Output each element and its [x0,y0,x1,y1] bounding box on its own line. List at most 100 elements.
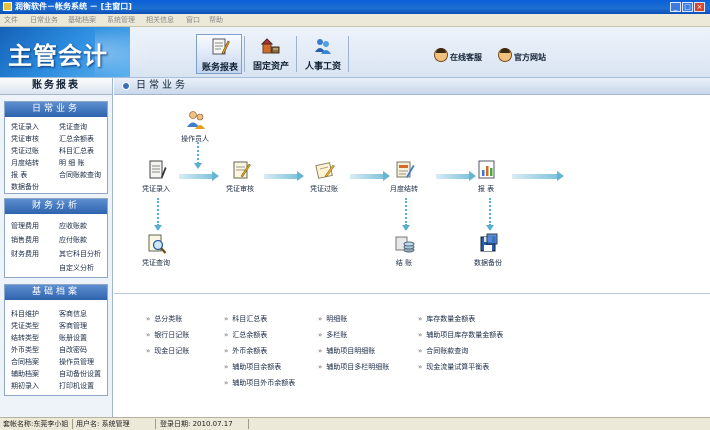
backup-floppy-icon [480,233,498,252]
tool-fixed-assets[interactable]: 固定资产 [248,34,294,74]
sidebar-item[interactable]: 凭证录入 [11,123,39,132]
menu-bar: 文件 日常业务 基础档案 系统管理 相关信息 窗口 帮助 [0,14,710,27]
sidebar-item[interactable]: 合同档案 [11,358,39,367]
voucher-entry-icon [149,160,167,179]
flow-node-label: 操作员人 [181,135,209,143]
sidebar-item[interactable]: 月度结转 [11,159,39,168]
report-links: 总分类账 银行日记账 现金日记账 科目汇总表 汇总余额表 外币余额表 辅助项目余… [114,294,710,417]
sidebar-item[interactable]: 凭证类型 [11,322,39,331]
report-link[interactable]: 辅助项目多栏明细账 [318,362,389,372]
tool-ledger-report[interactable]: 账务报表 [196,34,242,74]
tool-label: 账务报表 [201,63,238,73]
menu-window[interactable]: 窗口 [186,14,200,26]
sidebar-item[interactable]: 应收账款 [59,222,87,231]
report-link[interactable]: 合同账款查询 [418,346,468,356]
flow-node-label: 凭证审核 [226,185,254,193]
sidebar-item[interactable]: 自定义分析 [59,264,94,273]
voucher-posting-icon [315,162,335,179]
menu-help[interactable]: 帮助 [209,14,223,26]
close-button[interactable]: × [694,2,705,12]
sidebar-item[interactable]: 应付账款 [59,236,87,245]
sidebar-item[interactable]: 自动备份设置 [59,370,101,379]
sidebar-item[interactable]: 其它科目分析 [59,250,101,259]
maximize-button[interactable]: □ [682,2,693,12]
report-link[interactable]: 现金流量试算平衡表 [418,362,489,372]
voucher-audit-icon [233,161,251,179]
sidebar-item[interactable]: 客商信息 [59,310,87,319]
link-official-site[interactable]: 官方网站 [514,52,546,63]
report-link[interactable]: 多栏账 [318,330,347,340]
sidebar-item[interactable]: 管理费用 [11,222,39,231]
flow-node-label: 凭证查询 [142,259,170,267]
status-separator [155,419,156,429]
sidebar-item[interactable]: 凭证过账 [11,147,39,156]
sidebar-section-daily: 日常业务 凭证录入 凭证查询 凭证审核 汇总余额表 凭证过账 科目汇总表 月度结… [4,101,108,194]
tool-label: 固定资产 [252,62,289,72]
sidebar-item[interactable]: 合同账款查询 [59,171,101,180]
report-link[interactable]: 科目汇总表 [224,314,267,324]
flow-node-label: 凭证录入 [142,185,170,193]
report-link[interactable]: 明细账 [318,314,347,324]
report-link[interactable]: 辅助项目库存数量金额表 [418,330,503,340]
sidebar-item[interactable]: 明 细 账 [59,159,84,168]
sidebar-item[interactable]: 期初录入 [11,382,39,391]
report-link[interactable]: 银行日记账 [146,330,189,340]
tool-payroll[interactable]: 人事工资 [300,34,346,74]
status-user: 用户名: 系统管理 [76,420,130,428]
sidebar-item[interactable]: 凭证审核 [11,135,39,144]
sidebar-item[interactable]: 汇总余额表 [59,135,94,144]
flow-node-label: 数据备份 [474,259,502,267]
voucher-query-icon [148,234,167,254]
status-bar: 套帐名称:东莞李小姐 用户名: 系统管理 登录日期: 2010.07.17 [0,417,710,430]
sidebar-item[interactable]: 辅助档案 [11,370,39,379]
menu-system[interactable]: 系统管理 [107,14,135,26]
section-header: 基础档案 [5,285,107,300]
report-link[interactable]: 辅助项目余额表 [224,362,281,372]
sidebar-item[interactable]: 财务费用 [11,250,39,259]
sidebar-item[interactable]: 数据备份 [11,183,39,192]
sidebar-item[interactable]: 打印机设置 [59,382,94,391]
minimize-button[interactable]: _ [670,2,681,12]
section-header: 日常业务 [5,102,107,117]
sidebar-item[interactable]: 客商管理 [59,322,87,331]
flow-arrow-down [486,198,494,231]
sidebar-item[interactable]: 科目维护 [11,310,39,319]
sidebar-section-analysis: 财务分析 管理费用 应收账款 销售费用 应付账款 财务费用 其它科目分析 自定义… [4,198,108,278]
report-link[interactable]: 辅助项目明细账 [318,346,375,356]
operator-icon [187,111,205,129]
sidebar-item[interactable]: 自改密码 [59,346,87,355]
link-online-support[interactable]: 在线客服 [450,52,482,63]
month-end-icon [396,161,415,178]
sidebar-item[interactable]: 凭证查询 [59,123,87,132]
flow-arrow-right [436,171,476,181]
sidebar-item[interactable]: 科目汇总表 [59,147,94,156]
report-chart-icon [478,160,495,179]
menu-daily[interactable]: 日常业务 [30,14,58,26]
report-link[interactable]: 库存数量金额表 [418,314,475,324]
sidebar-item[interactable]: 外币类型 [11,346,39,355]
flow-arrow-right [512,171,564,181]
report-link[interactable]: 外币余额表 [224,346,267,356]
flow-arrow-right [350,171,390,181]
menu-file[interactable]: 文件 [4,14,18,26]
flow-node-label: 结 账 [395,259,413,267]
sidebar-title: 账务报表 [0,78,112,95]
sidebar-item[interactable]: 销售费用 [11,236,39,245]
report-link[interactable]: 辅助项目外币余额表 [224,378,295,388]
sidebar-item[interactable]: 结转类型 [11,334,39,343]
sidebar-item[interactable]: 账册设置 [59,334,87,343]
status-separator [72,419,73,429]
report-link[interactable]: 汇总余额表 [224,330,267,340]
report-link[interactable]: 总分类账 [146,314,182,324]
flow-arrow-right [264,171,304,181]
payroll-icon [315,39,331,54]
website-avatar-icon [498,48,512,62]
sidebar-item[interactable]: 报 表 [11,171,27,180]
bullet-icon [122,82,130,90]
sidebar-item[interactable]: 操作员管理 [59,358,94,367]
menu-archive[interactable]: 基础档案 [68,14,96,26]
closing-coins-icon [395,236,415,253]
menu-info[interactable]: 相关信息 [146,14,174,26]
support-avatar-icon [434,48,448,62]
report-link[interactable]: 现金日记账 [146,346,189,356]
